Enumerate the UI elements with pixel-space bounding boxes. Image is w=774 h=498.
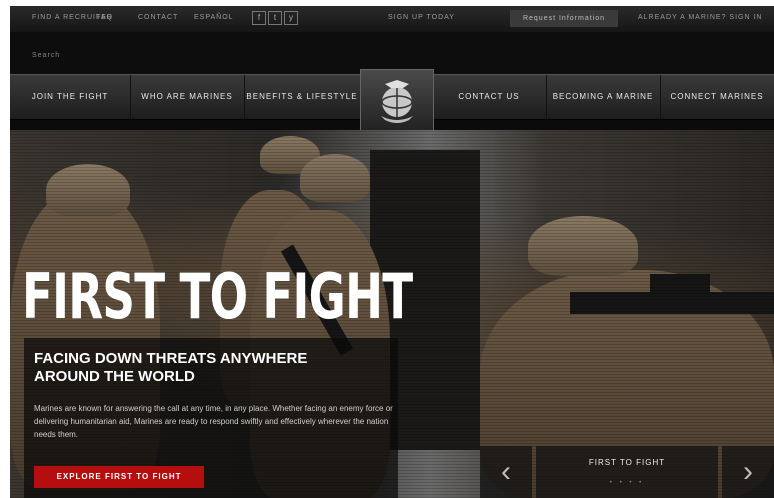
main-nav: Join the Fight Who Are Marines Benefits … [10,69,774,131]
hero-headline: FIRST TO FIGHT [22,260,413,333]
explore-first-to-fight-button[interactable]: EXPLORE FIRST TO FIGHT [34,466,204,488]
hero-slider-controls: ‹ FIRST TO FIGHT • • • • › [480,446,774,498]
hero-banner: FIRST TO FIGHT Facing Down Threats Anywh… [10,130,774,498]
sign-up-link[interactable]: Sign Up Today [388,14,455,21]
youtube-icon[interactable]: y [284,11,298,25]
slide-title: FIRST TO FIGHT [588,458,666,467]
hero-copy-box: Facing Down Threats Anywhere Around the … [24,338,398,498]
nav-item-benefits[interactable]: Benefits & Lifestyle [244,75,361,119]
chevron-right-icon[interactable]: › [722,446,774,498]
usmc-emblem[interactable] [360,69,434,131]
usmc-emblem-icon [381,80,413,123]
slide-dots[interactable]: • • • • [536,480,718,486]
search-label[interactable]: Search [32,52,60,59]
nav-item-becoming-marine[interactable]: Becoming a Marine [546,75,661,119]
sign-in-link[interactable]: Already a Marine? Sign In [638,14,762,21]
util-link-espanol[interactable]: Español [194,14,234,21]
slide-info: FIRST TO FIGHT • • • • [536,446,718,498]
util-link-contact[interactable]: Contact [138,14,178,21]
nav-item-contact-us[interactable]: Contact Us [432,75,547,119]
page-frame: Find a Recruiter FAQ Contact Español f t… [10,6,774,498]
nav-item-who-are-marines[interactable]: Who Are Marines [130,75,245,119]
util-link-faq[interactable]: FAQ [96,14,113,21]
nav-item-join[interactable]: Join the Fight [10,75,131,119]
utility-bar: Find a Recruiter FAQ Contact Español f t… [10,6,774,32]
nav-item-connect-marines[interactable]: Connect Marines [660,75,774,119]
request-info-button[interactable]: Request Information [510,10,618,27]
hero-body-text: Marines are known for answering the call… [34,404,393,439]
facebook-icon[interactable]: f [252,11,266,25]
twitter-icon[interactable]: t [268,11,282,25]
hero-subhead: Facing Down Threats Anywhere Around the … [34,350,308,385]
chevron-left-icon[interactable]: ‹ [480,446,532,498]
search-row: Search [10,32,774,74]
